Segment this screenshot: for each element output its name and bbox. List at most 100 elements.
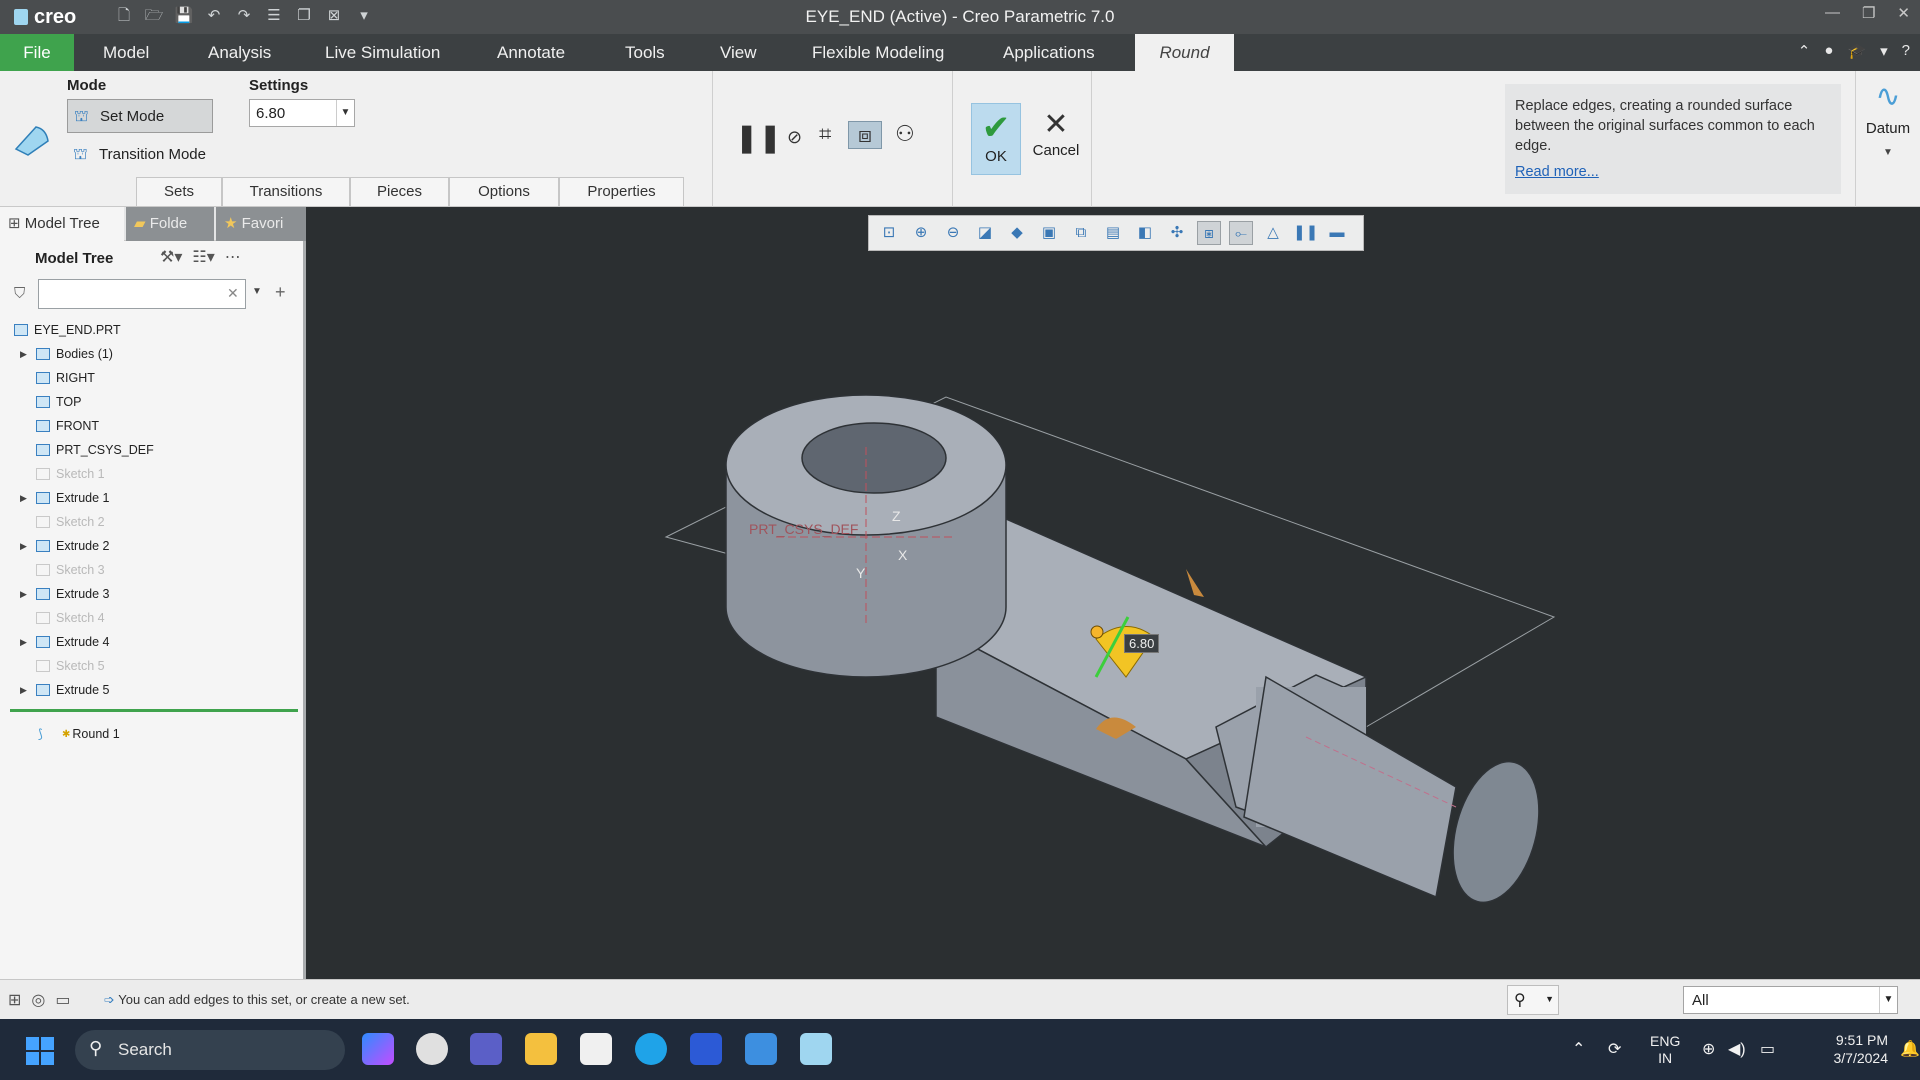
close-icon[interactable]: ✕ [1897,4,1910,22]
user-icon[interactable]: ● [1824,42,1833,60]
find-button[interactable]: ⚲ ▼ [1507,985,1559,1015]
set-mode-button[interactable]: ⛫ Set Mode [67,99,213,133]
subtab-transitions[interactable]: Transitions [222,177,350,206]
browser-toggle-icon[interactable]: ◎ [31,990,45,1010]
tree-node[interactable]: PRT_CSYS_DEF [20,439,154,461]
restore-icon[interactable]: ❐ [1862,4,1875,22]
tree-node[interactable]: TOP [20,391,81,413]
minimize-ribbon-icon[interactable]: ⌃ [1798,42,1811,60]
tree-node[interactable]: RIGHT [20,367,95,389]
menu-applications[interactable]: Applications [1003,34,1095,71]
edge-icon[interactable] [635,1033,667,1065]
insert-here-line[interactable] [10,709,298,712]
tree-node[interactable]: Sketch 1 [20,463,105,485]
language-indicator[interactable]: ENG IN [1650,1033,1680,1067]
pause-icon[interactable]: ❚❚ [735,121,782,154]
file-explorer-icon[interactable] [525,1033,557,1065]
menu-tools[interactable]: Tools [625,34,665,71]
tree-node[interactable]: Sketch 5 [20,655,105,677]
graphics-window[interactable]: ⊡ ⊕ ⊖ ◪ ◆ ▣ ⧉ ▤ ◧ ✣ ⧆ ⟜ △ ❚❚ ▬ PRT_CSYS_… [306,207,1920,979]
creo-taskbar-icon[interactable] [800,1033,832,1065]
tree-node[interactable]: EYE_END.PRT [14,319,121,341]
expand-arrow-icon[interactable]: ▶ [20,541,30,552]
verify-glasses-icon[interactable]: ⚇ [895,121,915,147]
menu-flexible-modeling[interactable]: Flexible Modeling [812,34,944,71]
chevron-down-icon[interactable]: ▼ [252,286,262,297]
tree-node[interactable]: ▶ Extrude 5 [20,679,110,701]
windows-start-icon[interactable] [26,1037,54,1065]
menu-model[interactable]: Model [103,34,149,71]
ok-button[interactable]: ✔ OK [971,103,1021,175]
expand-arrow-icon[interactable]: ▶ [20,349,30,360]
chevron-down-icon[interactable]: ▼ [336,100,354,126]
chevron-down-icon[interactable]: ▼ [1879,987,1897,1013]
tree-node[interactable]: ▶ Extrude 2 [20,535,110,557]
selection-filter[interactable]: All ▼ [1683,986,1898,1014]
expand-arrow-icon[interactable]: ▶ [20,493,30,504]
sync-icon[interactable]: ⟳ [1608,1039,1621,1059]
photos-icon[interactable] [745,1033,777,1065]
network-icon[interactable]: ⊕ [1702,1039,1715,1059]
teams-icon[interactable] [470,1033,502,1065]
expand-arrow-icon[interactable]: ▶ [20,685,30,696]
tree-node[interactable]: Sketch 4 [20,607,105,629]
subtab-options[interactable]: Options [449,177,559,206]
subtab-pieces[interactable]: Pieces [350,177,449,206]
clear-search-icon[interactable]: ✕ [227,285,239,302]
expand-arrow-icon[interactable]: ▶ [20,589,30,600]
tab-folder-browser[interactable]: ▰ Folde [126,207,214,241]
geometry-preview-icon[interactable]: ⧈ [848,121,882,149]
minimize-icon[interactable]: — [1825,4,1840,22]
tree-node[interactable]: Sketch 2 [20,511,105,533]
tab-favorites[interactable]: ★ Favori [216,207,306,241]
subtab-properties[interactable]: Properties [559,177,684,206]
tree-node[interactable]: ▶ Extrude 1 [20,487,110,509]
graduation-cap-icon[interactable]: 🎓 [1847,42,1866,60]
tree-node-round-1[interactable]: ⟆ ✱ Round 1 [38,723,120,745]
tab-model-tree[interactable]: ⊞ Model Tree [0,207,124,241]
menu-live-simulation[interactable]: Live Simulation [325,34,440,71]
tree-node[interactable]: Sketch 3 [20,559,105,581]
tree-node[interactable]: ▶ Bodies (1) [20,343,113,365]
microsoft-store-icon[interactable] [580,1033,612,1065]
tab-round[interactable]: Round [1135,34,1234,71]
tree-search-input[interactable] [38,279,246,309]
dropdown-icon[interactable]: ▾ [1880,42,1888,60]
datum-group[interactable]: ∿ Datum ▼ [1855,71,1920,207]
tree-filter-icon[interactable]: ⋯ [225,247,241,267]
taskbar-search[interactable]: ⚲ Search [75,1030,345,1070]
round-dimension-label[interactable]: 6.80 [1124,634,1160,653]
menu-view[interactable]: View [720,34,757,71]
mathcad-icon[interactable] [690,1033,722,1065]
copilot-icon[interactable] [362,1033,394,1065]
menu-file[interactable]: File [0,34,74,71]
tree-node[interactable]: ▶ Extrude 3 [20,583,110,605]
tree-node[interactable]: ▶ Extrude 4 [20,631,110,653]
no-preview-icon[interactable]: ⊘ [787,127,802,148]
expand-arrow-icon[interactable]: ▶ [20,637,30,648]
read-more-link[interactable]: Read more... [1515,162,1831,182]
menu-annotate[interactable]: Annotate [497,34,565,71]
funnel-icon[interactable]: ⛉ [14,285,25,302]
radius-combo[interactable]: 6.80 ▼ [249,99,355,127]
battery-icon[interactable]: ▭ [1760,1039,1775,1059]
weather-icon[interactable] [416,1033,448,1065]
show-icon[interactable]: ☷▾ [192,247,214,267]
subtab-sets[interactable]: Sets [136,177,222,206]
navigator-toggle-icon[interactable]: ⊞ [8,990,21,1010]
fullscreen-icon[interactable]: ▭ [55,990,70,1010]
chevron-down-icon[interactable]: ▼ [1856,147,1920,158]
preview-mesh-icon[interactable]: ⌗ [819,121,831,147]
tree-settings-icon[interactable]: ⚒▾ [160,247,182,267]
tree-node[interactable]: FRONT [20,415,99,437]
clock[interactable]: 9:51 PM 3/7/2024 [1808,1031,1889,1067]
show-hidden-icons[interactable]: ⌃ [1572,1039,1585,1059]
tree-node-label: EYE_END.PRT [34,323,121,337]
volume-icon[interactable]: ◀) [1728,1039,1746,1059]
cancel-button[interactable]: ✕ Cancel [1031,103,1081,175]
add-column-icon[interactable]: + [275,282,286,303]
menu-analysis[interactable]: Analysis [208,34,271,71]
transition-mode-button[interactable]: ⛫ Transition Mode [67,139,227,169]
help-icon[interactable]: ? [1902,42,1910,60]
notification-bell-icon[interactable]: 🔔 [1900,1039,1920,1059]
